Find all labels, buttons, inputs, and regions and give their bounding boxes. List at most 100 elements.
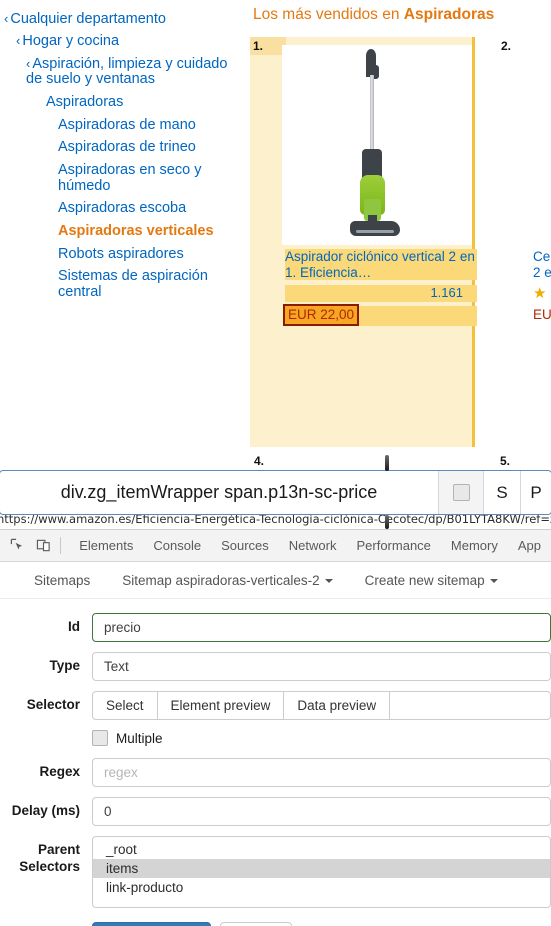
bestsellers-section: Los más vendidos en Aspiradoras 1. Aspir… [248,6,551,450]
form-row-delay: Delay (ms) [0,797,551,826]
select-button[interactable]: Select [92,691,158,720]
bestsellers-rank-4-label: 4. [254,454,265,468]
webscraper-navbar: Sitemaps Sitemap aspiradoras-verticales-… [0,562,551,599]
category-item-aspiradoras-de-mano[interactable]: Aspiradoras de mano [0,114,244,137]
element-preview-button[interactable]: Element preview [156,691,285,720]
parent-selectors-label-line2: Selectors [19,859,80,874]
devtools-tab-performance[interactable]: Performance [346,531,440,561]
nav-current-sitemap[interactable]: Sitemap aspiradoras-verticales-2 [106,573,348,588]
parent-selectors-label: Parent Selectors [0,836,92,875]
item-title-line1: Ce [533,249,551,264]
checkbox-icon[interactable] [452,484,470,501]
item-review-count[interactable]: 1.161 [430,285,463,300]
category-item-aspiradoras-en-seco-y-humedo[interactable]: Aspiradoras en seco y húmedo [0,160,244,198]
devtools-tab-elements[interactable]: Elements [69,531,143,561]
vacuum-cleaner-illustration [332,49,422,241]
bestsellers-item-1[interactable]: 1. Aspirador ciclónico vertical 2 en 1. … [250,37,477,447]
nav-sitemaps-label: Sitemaps [34,572,91,588]
form-row-id: Id [0,613,551,642]
nav-create-new-sitemap[interactable]: Create new sitemap [349,573,514,588]
inspect-element-icon[interactable] [4,533,30,559]
category-item-hogar-y-cocina[interactable]: ‹ Hogar y cocina [0,31,244,54]
category-item-label: Aspiración, limpieza y cuidado de suelo … [26,55,228,88]
cancel-button[interactable]: Cancel [220,922,293,926]
bestsellers-heading-prefix: Los más vendidos en [253,6,404,23]
cursor-select-icon [10,538,22,550]
device-toolbar-icon[interactable] [30,533,56,559]
id-label: Id [68,619,80,634]
item-rank-badge: 1. [250,37,286,55]
bestsellers-rank-5-label: 5. [500,454,511,468]
category-item-aspiradoras[interactable]: Aspiradoras [0,92,244,115]
devtools-tab-memory[interactable]: Memory [441,531,508,561]
amazon-bestsellers-page: ‹ Cualquier departamento ‹ Hogar y cocina … [0,0,551,450]
parent-option-link-producto[interactable]: link-producto [93,878,550,897]
id-input[interactable] [92,613,551,642]
devtools-tab-network[interactable]: Network [279,531,347,561]
selector-path-display[interactable]: div.zg_itemWrapper span.p13n-sc-price [0,471,438,514]
devtools-tab-application[interactable]: App [508,531,551,561]
category-item-aspiracion-limpieza[interactable]: ‹ Aspiración, limpieza y cuidado de suelo… [0,53,244,91]
nav-sitemaps[interactable]: Sitemaps [18,573,106,588]
bestsellers-item-row: 1. Aspirador ciclónico vertical 2 en 1. … [248,37,551,450]
category-item-label: Robots aspiradores [58,245,184,262]
web-scraper-selector-toolbar[interactable]: div.zg_itemWrapper span.p13n-sc-price S … [0,470,551,515]
item-price-selected[interactable]: EUR 22,00 [282,304,360,326]
category-item-cualquier-departamento[interactable]: ‹ Cualquier departamento [0,8,244,31]
item-rating-row: 1.161 [285,285,477,302]
selector-label: Selector [26,697,80,712]
save-selector-button[interactable]: Save selector [92,922,212,926]
category-item-label: Aspiradoras en seco y húmedo [58,162,202,194]
item-price[interactable]: EU [533,307,551,322]
form-row-regex: Regex [0,758,551,787]
form-row-parent-selectors: Parent Selectors _root items link-produc… [0,836,551,926]
item-price-row: EU [533,306,551,326]
parent-option-items[interactable]: items [93,859,550,878]
selector-value-input[interactable] [389,691,551,720]
vacuum-handle-grip [374,65,379,79]
toolbar-preview-button[interactable]: P [520,471,551,514]
devtools-tab-console[interactable]: Console [143,531,211,561]
delay-label: Delay (ms) [11,803,80,818]
category-item-aspiradoras-escoba[interactable]: Aspiradoras escoba [0,198,244,221]
category-breadcrumb-nav: ‹ Cualquier departamento ‹ Hogar y cocina … [0,8,244,304]
nav-current-sitemap-label: Sitemap aspiradoras-verticales-2 [122,572,320,588]
devtools-tabbar: Elements Console Sources Network Perform… [0,530,551,562]
form-row-type: Type [0,652,551,681]
type-select[interactable] [92,652,551,681]
parent-selectors-listbox[interactable]: _root items link-producto [92,836,551,908]
bestsellers-heading: Los más vendidos en Aspiradoras [253,6,551,24]
devtools-panel: Elements Console Sources Network Perform… [0,529,551,926]
item-product-image[interactable] [282,45,472,245]
category-item-label: Sistemas de aspiración central [58,268,208,301]
form-row-selector: Selector Select Element preview Data pre… [0,691,551,720]
data-preview-button[interactable]: Data preview [283,691,391,720]
vacuum-floor-head [350,221,400,236]
bestsellers-item-2[interactable]: 2. Ce 2 e ★ EU [498,37,551,447]
regex-input[interactable] [92,758,551,787]
toolbar-multiple-checkbox[interactable] [438,471,483,514]
category-item-robots-aspiradores[interactable]: Robots aspiradores [0,243,244,266]
item-title-link[interactable]: Ce 2 e [533,249,551,280]
multiple-label[interactable]: Multiple [116,731,163,746]
category-item-aspiradoras-de-trineo[interactable]: Aspiradoras de trineo [0,137,244,160]
item-title-link[interactable]: Aspirador ciclónico vertical 2 en 1. Efi… [285,249,477,281]
category-item-label: Aspiradoras [46,94,124,111]
multiple-checkbox[interactable] [92,730,108,746]
star-icon: ★ [533,285,547,302]
item-rating-row: ★ [533,285,551,302]
category-item-aspiradoras-verticales[interactable]: Aspiradoras verticales [0,221,244,244]
category-item-label: Aspiradoras de trineo [58,139,196,156]
parent-option-root[interactable]: _root [93,840,550,859]
item-title-line2: 2 e [533,264,551,280]
delay-input[interactable] [92,797,551,826]
mouse-cursor-caret [385,455,389,471]
toolbar-select-button[interactable]: S [483,471,520,514]
category-item-label: Hogar y cocina [22,33,120,50]
bestsellers-heading-category: Aspiradoras [403,6,495,23]
category-item-sistemas-de-aspiracion-central[interactable]: Sistemas de aspiración central [0,266,244,304]
parent-selectors-label-line1: Parent [37,842,80,857]
devtools-tab-sources[interactable]: Sources [211,531,279,561]
vacuum-tube [370,75,374,153]
form-action-buttons: Save selector Cancel [92,922,551,926]
